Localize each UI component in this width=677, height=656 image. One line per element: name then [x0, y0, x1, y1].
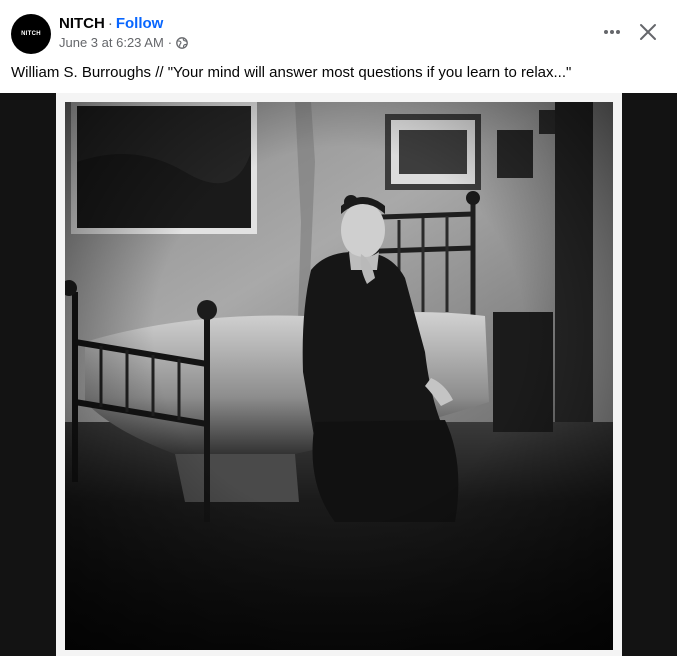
more-options-button[interactable]	[596, 16, 628, 48]
more-horizontal-icon	[604, 30, 620, 34]
post-header: NITCH NITCH · Follow June 3 at 6:23 AM ·	[0, 0, 677, 62]
follow-button[interactable]: Follow	[116, 15, 164, 32]
close-button[interactable]	[632, 16, 664, 48]
avatar-logo-text: NITCH	[21, 31, 41, 37]
post-timestamp[interactable]: June 3 at 6:23 AM	[59, 35, 164, 51]
page-name[interactable]: NITCH	[59, 15, 105, 32]
post-media[interactable]	[0, 93, 677, 656]
page-avatar[interactable]: NITCH	[11, 14, 51, 54]
name-separator: ·	[107, 15, 113, 32]
post-photo[interactable]	[65, 102, 613, 650]
author-line: NITCH · Follow	[59, 15, 163, 33]
photo-border	[56, 93, 622, 656]
close-icon	[640, 24, 656, 40]
facebook-post-viewer: NITCH NITCH·Follow June 3 at 6:23 AM ·	[0, 0, 677, 656]
globe-icon[interactable]	[176, 37, 188, 49]
meta-separator: ·	[167, 35, 173, 50]
post-caption: William S. Burroughs // "Your mind will …	[11, 64, 572, 81]
post-meta: June 3 at 6:23 AM ·	[59, 35, 188, 51]
